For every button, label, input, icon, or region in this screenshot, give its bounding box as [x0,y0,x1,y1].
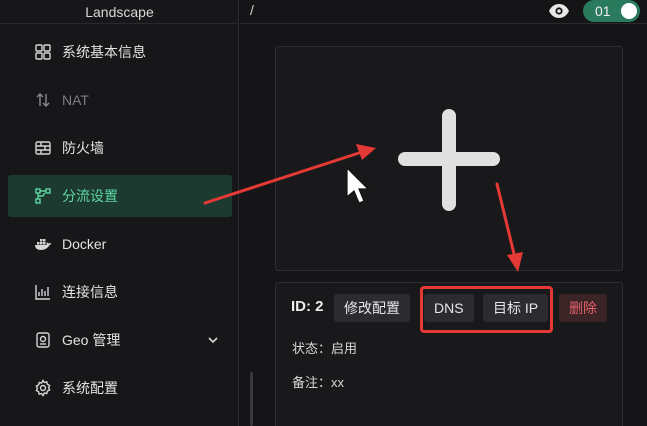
sidebar-item-flow-settings[interactable]: 分流设置 [8,175,232,217]
firewall-icon [34,139,52,157]
edit-config-button[interactable]: 修改配置 [334,294,410,322]
sidebar-item-connections[interactable]: 连接信息 [8,271,232,313]
sidebar-item-docker[interactable]: Docker [8,223,232,265]
sidebar-item-label: 连接信息 [62,284,118,300]
toggle-knob [621,3,637,19]
sidebar-item-label: Geo 管理 [62,332,121,348]
gear-icon [34,379,52,397]
sidebar-item-label: 系统基本信息 [62,44,146,60]
toggle-label: 01 [595,3,611,19]
delete-button[interactable]: 删除 [559,294,607,322]
sidebar-item-label: 防火墙 [62,140,104,156]
sidebar-item-label: 分流设置 [62,188,118,204]
geo-icon [34,331,52,349]
updown-arrows-icon [34,91,52,109]
sidebar: Landscape 系统基本信息 NAT 防火墙 分流设置 Docker 连接信… [0,0,239,426]
docker-icon [34,235,52,253]
eye-icon[interactable] [548,2,570,20]
sidebar-item-label: 系统配置 [62,380,118,396]
sidebar-item-geo[interactable]: Geo 管理 [8,319,232,361]
sidebar-item-label: Docker [62,236,107,252]
sidebar-item-system-config[interactable]: 系统配置 [8,367,232,409]
sidebar-item-nat[interactable]: NAT [8,79,232,121]
rule-status: 状态：启用 [292,341,358,356]
app-brand: Landscape [0,0,239,24]
sidebar-item-system-info[interactable]: 系统基本信息 [8,31,232,73]
chart-icon [34,283,52,301]
breadcrumb: / [250,2,254,18]
target-ip-button[interactable]: 目标 IP [483,294,549,322]
rule-id: ID: 2 [291,298,324,315]
mode-toggle[interactable]: 01 [583,0,640,22]
sidebar-scrollbar[interactable] [250,372,253,426]
plus-icon-vertical[interactable] [442,109,456,211]
sidebar-item-firewall[interactable]: 防火墙 [8,127,232,169]
dashboard-icon [34,43,52,61]
flow-split-icon [34,187,52,205]
rule-note: 备注：xx [292,375,345,390]
sidebar-item-label: NAT [62,92,89,108]
chevron-down-icon[interactable] [206,333,220,347]
dns-button[interactable]: DNS [424,294,474,322]
